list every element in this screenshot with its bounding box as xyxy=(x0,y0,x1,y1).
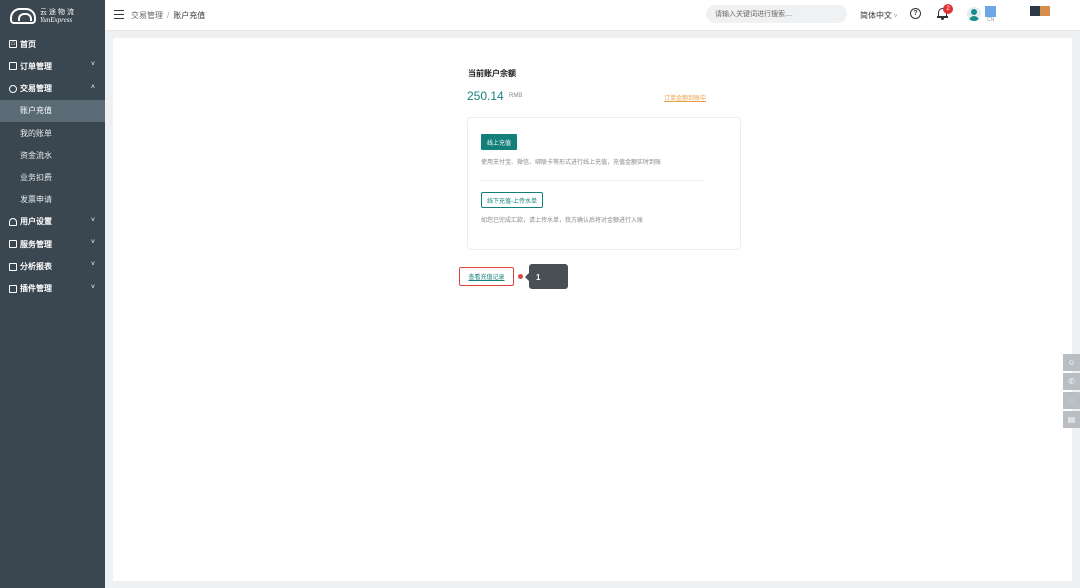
offline-recharge-desc: 如您已完成汇款，请上传水单，我方确认后将对金额进行入账 xyxy=(481,218,644,224)
logo-en-text: YunExpress xyxy=(40,16,73,24)
side-toolbar: ☺ ✆ ◌ ▤ xyxy=(1063,354,1080,430)
user-settings-icon xyxy=(9,217,17,226)
feedback-icon[interactable]: ▤ xyxy=(1063,411,1080,428)
region-label: CN xyxy=(987,17,995,23)
online-recharge-desc: 使用支付宝、微信、绑联卡等形式进行线上充值，充值金额实时到账 xyxy=(481,160,662,166)
sidebar-subitem-recharge[interactable]: 账户充值 xyxy=(0,99,105,123)
trade-icon xyxy=(9,84,17,93)
breadcrumb-current: 账户充值 xyxy=(173,11,206,20)
phone-icon[interactable]: ✆ xyxy=(1063,373,1080,390)
guide-tooltip: 1 xyxy=(525,264,568,289)
help-icon[interactable]: ? xyxy=(910,8,921,19)
region-flag-icon[interactable] xyxy=(985,6,996,17)
sidebar-item-label: 分析报表 xyxy=(20,262,52,272)
logo[interactable]: 云途物流 YunExpress xyxy=(0,0,105,32)
sidebar-item-user[interactable]: 用户设置 ˅ xyxy=(0,211,105,233)
sidebar-item-label: 服务管理 xyxy=(20,239,52,249)
sidebar: 云途物流 YunExpress ⌂ 首页 订单管理 ˅ 交易管理 ˄ 账户充值 … xyxy=(0,0,105,588)
robot-icon[interactable]: ☺ xyxy=(1063,354,1080,371)
offline-recharge-button[interactable]: 线下充值-上传水单 xyxy=(481,192,543,208)
plugin-icon xyxy=(9,284,17,293)
breadcrumb-separator: / xyxy=(167,11,170,20)
sidebar-item-service[interactable]: 服务管理 ˅ xyxy=(0,233,105,255)
chat-icon[interactable]: ◌ xyxy=(1063,392,1080,409)
language-label: 简体中文 xyxy=(860,11,892,20)
search-input[interactable] xyxy=(706,5,847,23)
chevron-down-icon: ˅ xyxy=(90,239,95,247)
notification-badge: 2 xyxy=(943,4,953,14)
chevron-up-icon: ˄ xyxy=(90,83,95,91)
language-selector[interactable]: 简体中文 ˅ xyxy=(860,10,898,21)
sidebar-item-trade[interactable]: 交易管理 ˄ xyxy=(0,78,105,100)
recharge-record-link[interactable]: 查看充值记录 xyxy=(459,267,514,286)
avatar[interactable] xyxy=(967,7,981,21)
sidebar-item-label: 订单管理 xyxy=(20,61,52,71)
breadcrumb-parent[interactable]: 交易管理 xyxy=(131,11,163,20)
order-icon xyxy=(9,62,17,71)
theme-dark-icon[interactable] xyxy=(1030,6,1040,16)
service-icon xyxy=(9,240,17,249)
chart-icon xyxy=(9,262,17,271)
sidebar-subitem-bills[interactable]: 我的账单 xyxy=(0,122,105,144)
chevron-down-icon: ˅ xyxy=(90,61,95,69)
pending-amount-link[interactable]: 订单金额到账中 xyxy=(664,93,706,102)
sidebar-item-home[interactable]: ⌂ 首页 xyxy=(0,33,105,55)
sidebar-item-label: 首页 xyxy=(20,39,36,49)
sidebar-item-label: 用户设置 xyxy=(20,217,52,227)
chevron-down-icon: ˅ xyxy=(90,283,95,291)
home-icon: ⌂ xyxy=(9,40,17,49)
chevron-down-icon: ˅ xyxy=(90,261,95,269)
recharge-card: 线上充值 使用支付宝、微信、绑联卡等形式进行线上充值，充值金额实时到账 线下充值… xyxy=(467,117,741,250)
sidebar-item-label: 插件管理 xyxy=(20,284,52,294)
balance-unit: RMB xyxy=(509,93,523,99)
tooltip-step-number: 1 xyxy=(536,273,541,282)
sidebar-subitem-cashflow[interactable]: 资金流水 xyxy=(0,144,105,166)
top-header: 交易管理 /账户充值 简体中文˅ ? 2 CN xyxy=(105,0,1080,31)
sidebar-item-order[interactable]: 订单管理 ˅ xyxy=(0,55,105,77)
theme-orange-icon[interactable] xyxy=(1040,6,1050,16)
chevron-down-icon: ˅ xyxy=(894,14,898,20)
sidebar-subitem-invoice[interactable]: 发票申请 xyxy=(0,189,105,211)
sidebar-item-plugin[interactable]: 插件管理 ˅ xyxy=(0,278,105,300)
sidebar-subitem-deduction[interactable]: 业务扣费 xyxy=(0,166,105,188)
online-recharge-button[interactable]: 线上充值 xyxy=(481,134,518,150)
divider xyxy=(481,180,705,181)
menu-toggle-icon[interactable] xyxy=(114,10,124,19)
chevron-down-icon: ˅ xyxy=(90,216,95,224)
balance-amount: 250.14 xyxy=(467,89,504,103)
balance-title: 当前账户余额 xyxy=(468,69,516,78)
sidebar-menu: ⌂ 首页 订单管理 ˅ 交易管理 ˄ 账户充值 我的账单 资金流水 业务扣费 发… xyxy=(0,33,105,300)
sidebar-item-analytics[interactable]: 分析报表 ˅ xyxy=(0,255,105,277)
main-content: 当前账户余额 250.14 RMB 订单金额到账中 线上充值 使用支付宝、微信、… xyxy=(113,38,1072,581)
cloud-logo-icon xyxy=(10,8,36,24)
logo-cn-text: 云途物流 xyxy=(40,8,76,16)
breadcrumb: 交易管理 / 账户充值 xyxy=(131,10,205,21)
step-marker-dot xyxy=(518,274,523,279)
sidebar-item-label: 交易管理 xyxy=(20,84,52,94)
